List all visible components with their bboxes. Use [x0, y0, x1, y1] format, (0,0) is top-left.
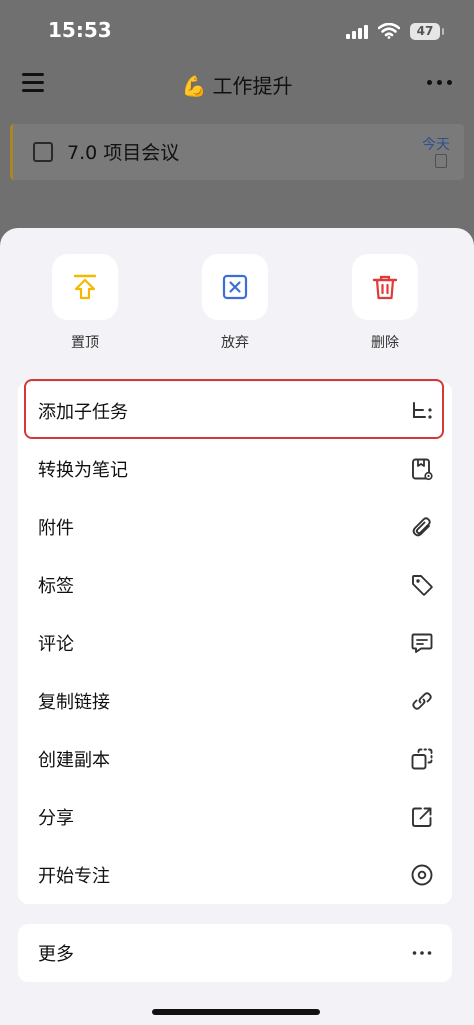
battery-icon: 47 — [410, 22, 444, 40]
trash-icon — [372, 275, 398, 300]
menu-item-label: 转换为笔记 — [38, 460, 128, 481]
abandon-label: 放弃 — [221, 335, 249, 351]
menu-item-label: 添加子任务 — [38, 402, 128, 423]
flexed-biceps-icon: 💪 — [181, 74, 207, 98]
menu-item-label: 评论 — [38, 634, 74, 655]
menu-item-share[interactable]: 分享 — [18, 788, 452, 846]
more-dots-icon — [412, 951, 432, 955]
list-title-text: 工作提升 — [212, 74, 293, 98]
comment-icon — [411, 633, 433, 653]
pin-top-button[interactable]: 置顶 — [35, 254, 135, 352]
menu-item-start-focus[interactable]: 开始专注 — [18, 846, 452, 904]
menu-item-label: 复制链接 — [38, 692, 110, 713]
abandon-icon — [222, 274, 248, 300]
pin-top-icon-box[interactable] — [52, 254, 118, 320]
menu-item-more[interactable]: 更多 — [18, 924, 452, 982]
menu-item-label: 开始专注 — [38, 866, 110, 887]
pin-top-icon — [73, 274, 97, 300]
list-title: 💪 工作提升 — [0, 70, 474, 99]
menu-item-duplicate[interactable]: 创建副本 — [18, 730, 452, 788]
abandon-button[interactable]: 放弃 — [185, 254, 285, 352]
status-time: 15:53 — [48, 18, 112, 42]
menu-item-convert-to-note[interactable]: 转换为笔记 — [18, 440, 452, 498]
cellular-signal-icon — [346, 23, 368, 39]
status-bar: 15:53 47 — [0, 0, 474, 62]
paperclip-icon — [412, 517, 431, 537]
delete-button[interactable]: 删除 — [335, 254, 435, 352]
menu-item-attachment[interactable]: 附件 — [18, 498, 452, 556]
subtask-icon — [413, 402, 432, 419]
action-sheet: 置顶 放弃 删除 添加子任务 转换为笔记 附件 标签 评论 复制链接 创建副本 … — [0, 228, 474, 1025]
menu-item-copy-link[interactable]: 复制链接 — [18, 672, 452, 730]
menu-item-add-subtask[interactable]: 添加子任务 — [18, 382, 452, 440]
menu-item-label: 更多 — [38, 944, 74, 965]
menu-item-label: 分享 — [38, 808, 74, 829]
quick-actions: 置顶 放弃 删除 — [0, 254, 474, 364]
more-menu: 更多 — [18, 924, 452, 982]
note-icon — [412, 458, 433, 481]
menu-item-label: 创建副本 — [38, 750, 110, 771]
task-note-icon — [435, 154, 447, 168]
duplicate-icon — [411, 748, 433, 770]
home-indicator — [152, 1009, 320, 1015]
delete-icon-box[interactable] — [352, 254, 418, 320]
more-options-icon[interactable] — [427, 80, 452, 85]
action-menu: 添加子任务 转换为笔记 附件 标签 评论 复制链接 创建副本 分享 开始专注 — [18, 382, 452, 904]
task-title: 7.0 项目会议 — [67, 142, 180, 164]
nav-bar: 💪 工作提升 — [0, 62, 474, 106]
status-icons: 47 — [346, 20, 444, 42]
share-icon — [412, 807, 432, 827]
menu-item-tag[interactable]: 标签 — [18, 556, 452, 614]
task-due-date: 今天 — [422, 137, 450, 153]
menu-item-label: 标签 — [38, 576, 74, 597]
link-icon — [412, 692, 432, 710]
focus-icon — [411, 864, 433, 886]
abandon-icon-box[interactable] — [202, 254, 268, 320]
menu-item-comment[interactable]: 评论 — [18, 614, 452, 672]
task-row[interactable]: 7.0 项目会议 今天 — [10, 124, 464, 180]
pin-top-label: 置顶 — [71, 335, 99, 351]
delete-label: 删除 — [371, 335, 399, 351]
background-app: 15:53 47 💪 工作提升 7.0 项目会议 今天 — [0, 0, 474, 260]
task-checkbox[interactable] — [33, 142, 53, 162]
wifi-icon — [378, 23, 400, 39]
tag-icon — [412, 575, 433, 596]
menu-item-label: 附件 — [38, 518, 74, 539]
